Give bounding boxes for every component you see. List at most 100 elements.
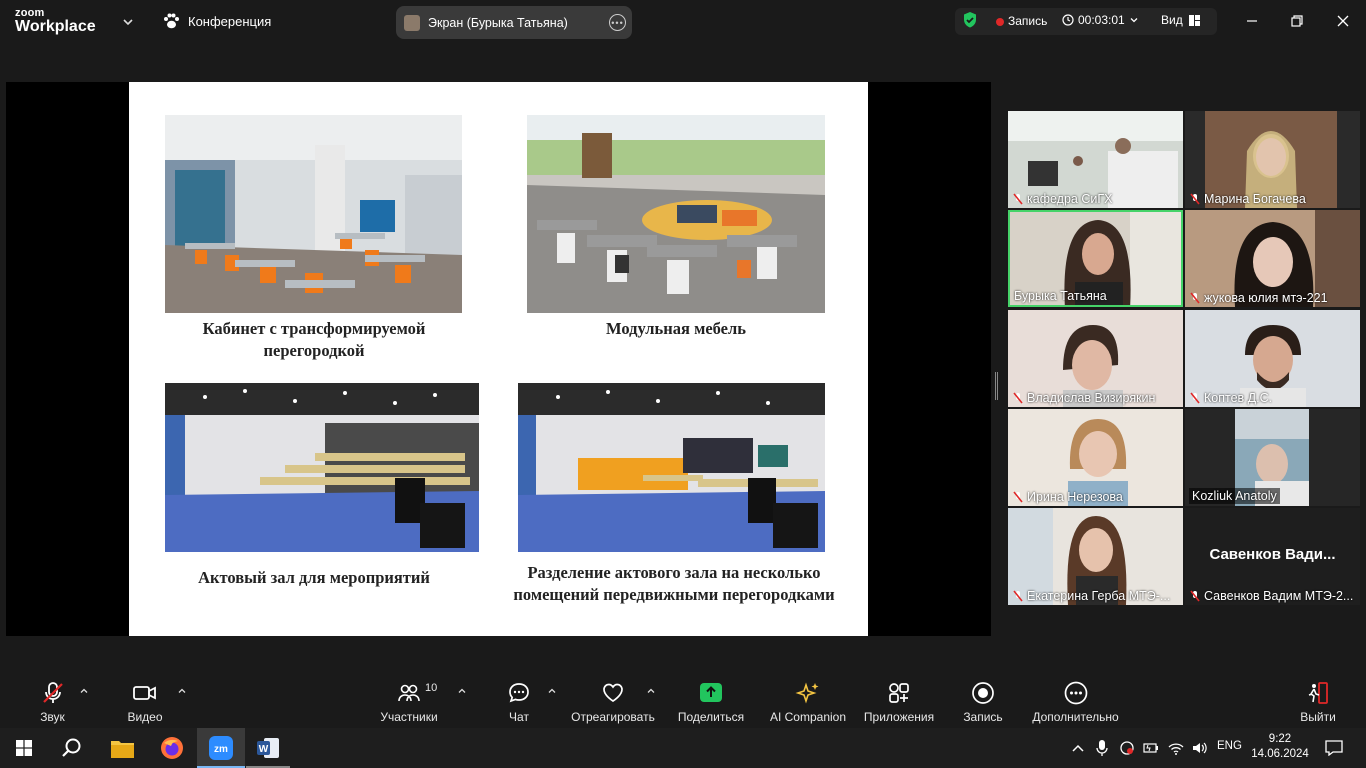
chevron-down-icon (1130, 18, 1138, 23)
word-app-icon: W (257, 738, 279, 758)
logo-line2: Workplace (15, 18, 96, 35)
video-camera-icon (133, 686, 156, 700)
participants-icon (398, 684, 420, 702)
modular-furniture-photo (527, 115, 825, 313)
chat-button[interactable]: Чат (502, 680, 536, 724)
assembly-hall-photo (165, 383, 479, 552)
apps-button[interactable]: Приложения (859, 680, 939, 724)
search-icon[interactable] (61, 737, 83, 759)
minimize-icon[interactable] (1242, 11, 1262, 31)
panel-resize-handle[interactable] (995, 372, 998, 400)
chevron-up-icon[interactable] (1071, 742, 1085, 754)
shield-check-icon[interactable] (962, 11, 978, 29)
mic-muted-icon (1013, 590, 1023, 602)
more-options-icon[interactable]: ••• (609, 14, 626, 31)
screen-share-pill[interactable]: Экран (Бурыка Татьяна) ••• (396, 6, 632, 39)
wifi-icon[interactable] (1168, 740, 1184, 756)
participant-tile[interactable]: Ирина Нерезова (1008, 409, 1183, 506)
leave-button[interactable]: Выйти (1298, 680, 1338, 724)
participant-tile[interactable]: жукова юлия мтэ-221 (1185, 210, 1360, 307)
share-screen-icon (700, 683, 722, 702)
windows-start-icon[interactable] (16, 740, 32, 756)
record-button[interactable]: Запись (958, 680, 1008, 724)
recording-label[interactable]: Запись (1008, 14, 1047, 28)
participants-label: Участники (380, 710, 438, 724)
ai-companion-button[interactable]: AI Companion (767, 680, 849, 724)
notifications-icon[interactable] (1325, 740, 1343, 756)
audio-button[interactable]: Звук (30, 680, 75, 724)
zoom-logo: zoom Workplace (15, 8, 96, 35)
restore-icon[interactable] (1287, 11, 1307, 31)
chevron-up-icon[interactable] (457, 686, 467, 696)
zoom-taskbar-item[interactable]: zm (197, 728, 245, 768)
word-taskbar-item[interactable]: W (246, 728, 290, 768)
participant-name: жукова юлия мтэ-221 (1204, 291, 1328, 305)
participant-name: Екатерина Герба МТЭ-... (1027, 589, 1171, 603)
divided-hall-photo (518, 383, 825, 552)
participant-name: кафедра СиГХ (1027, 192, 1113, 206)
meeting-timer[interactable]: 00:03:01 (1062, 13, 1139, 27)
input-language[interactable]: ENG (1217, 740, 1242, 752)
more-label: Дополнительно (1032, 710, 1119, 724)
participant-tile[interactable]: Екатерина Герба МТЭ-... (1008, 508, 1183, 605)
participant-tile[interactable]: кафедра СиГХ (1008, 111, 1183, 208)
clock-time: 9:22 (1268, 733, 1292, 745)
file-explorer-icon[interactable] (111, 738, 134, 758)
microphone-icon[interactable] (1096, 740, 1108, 756)
record-label: Запись (963, 710, 1003, 724)
paw-icon (164, 13, 179, 29)
network-icon[interactable] (1119, 740, 1135, 756)
mic-muted-icon (1013, 392, 1023, 404)
windows-taskbar: zm W ENG 9:22 14.06.2024 (0, 728, 1366, 768)
video-button[interactable]: Видео (122, 680, 168, 724)
chevron-up-icon[interactable] (547, 686, 557, 696)
participant-name: Kozliuk Anatoly (1189, 488, 1280, 504)
mic-muted-icon (42, 682, 63, 703)
audio-label: Звук (40, 710, 65, 724)
svg-text:zm: zm (214, 744, 228, 755)
view-label: Вид (1161, 13, 1183, 27)
zoom-app-icon: zm (209, 736, 233, 760)
mic-muted-icon (1013, 193, 1023, 205)
participant-tile[interactable]: Владислав Визирякин (1008, 310, 1183, 407)
shared-slide: Кабинет с трансформируемой перегородкой … (129, 82, 868, 636)
mic-muted-icon (1190, 392, 1200, 404)
participant-name: Владислав Визирякин (1027, 391, 1156, 405)
participant-tile[interactable]: Коптев Д.С. (1185, 310, 1360, 407)
chevron-up-icon[interactable] (79, 686, 89, 696)
taskbar-clock[interactable]: 9:22 14.06.2024 (1250, 732, 1310, 762)
more-button[interactable]: Дополнительно (1028, 680, 1123, 724)
conference-button[interactable]: Конференция (162, 13, 271, 29)
speaker-icon[interactable] (1191, 740, 1207, 756)
chevron-up-icon[interactable] (646, 686, 656, 696)
participant-name: Марина Богачева (1204, 192, 1306, 206)
caption-divided-hall: Разделение актового зала на несколько по… (513, 563, 835, 604)
clock-date: 14.06.2024 (1251, 748, 1309, 760)
participants-button[interactable]: 10 Участники (376, 680, 442, 724)
ai-companion-label: AI Companion (769, 710, 847, 724)
participant-tile-active-speaker[interactable]: Бурыка Татьяна (1008, 210, 1183, 307)
leave-label: Выйти (1300, 710, 1336, 724)
top-bar: zoom Workplace Конференция Экран (Бурыка… (0, 0, 1366, 44)
share-button[interactable]: Поделиться (676, 680, 746, 724)
record-icon (972, 682, 994, 704)
firefox-icon[interactable] (160, 736, 184, 760)
apps-label: Приложения (863, 710, 935, 724)
classroom-photo (165, 115, 462, 313)
heart-icon (603, 683, 623, 702)
participant-tile[interactable]: Марина Богачева (1185, 111, 1360, 208)
react-button[interactable]: Отреагировать (568, 680, 658, 724)
grid-view-icon (1188, 14, 1200, 26)
chevron-down-icon[interactable] (120, 14, 136, 30)
participant-tile[interactable]: Савенков Вади... Савенков Вадим МТЭ-2... (1185, 508, 1360, 605)
close-icon[interactable] (1333, 11, 1353, 31)
participant-tile[interactable]: Kozliuk Anatoly (1185, 409, 1360, 506)
more-icon (1064, 681, 1087, 705)
participant-video-off-label: Савенков Вади... (1209, 546, 1336, 563)
sparkle-icon (795, 682, 819, 704)
svg-text:W: W (259, 744, 269, 755)
view-button[interactable]: Вид (1161, 13, 1200, 27)
battery-icon[interactable] (1143, 741, 1159, 755)
mic-muted-icon (1190, 193, 1200, 205)
chevron-up-icon[interactable] (177, 686, 187, 696)
